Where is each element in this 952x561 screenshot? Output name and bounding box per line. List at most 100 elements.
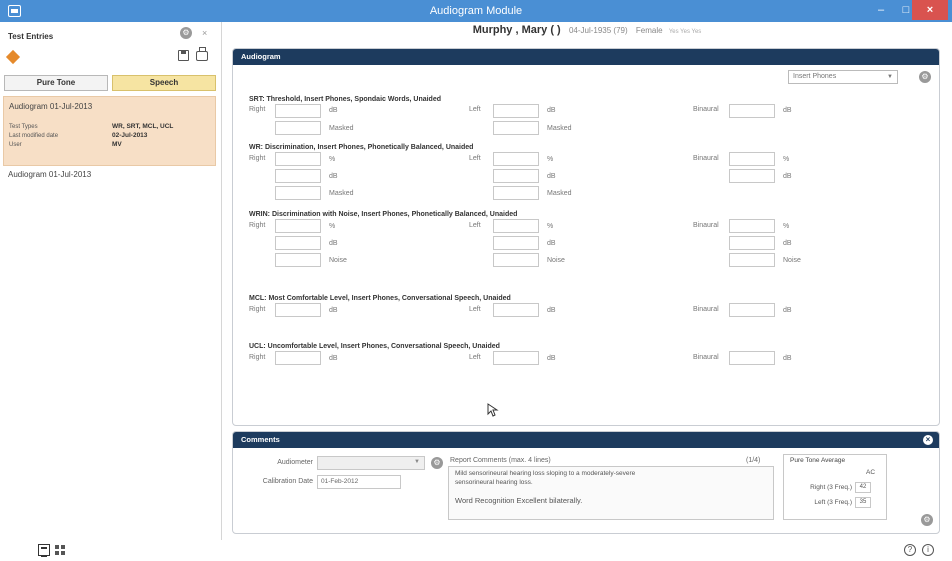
entry-detail-value: 02-Jul-2013 [112,132,148,139]
srt-left-input[interactable] [493,104,539,118]
wrin-left-noise-input[interactable] [493,253,539,267]
mcl-right-label: Right [249,306,266,313]
wrin-binaural-pct-input[interactable] [729,219,775,233]
ucl-right-input[interactable] [275,351,321,365]
srt-left-masked-label: Masked [547,125,572,132]
wr-left-pct-unit: % [547,156,554,163]
srt-right-masked-label: Masked [329,125,354,132]
wrin-right-noise-label: Noise [329,257,347,264]
ucl-right-label: Right [249,354,266,361]
calibration-date-field[interactable]: 01-Feb-2012 [317,475,401,489]
wr-right-db-unit: dB [329,173,338,180]
srt-right-input[interactable] [275,104,321,118]
srt-right-masked-input[interactable] [275,121,321,135]
list-view-icon[interactable] [38,544,50,557]
srt-binaural-input[interactable] [729,104,775,118]
minimize-button[interactable]: – [868,0,894,20]
pta-right-label: Right (3 Freq.) [810,484,852,491]
wr-left-pct-input[interactable] [493,152,539,166]
gear-icon[interactable]: ⚙ [431,457,443,469]
mcl-binaural-input[interactable] [729,303,775,317]
wr-left-masked-input[interactable] [493,186,539,200]
test-entry-selected[interactable]: Audiogram 01-Jul-2013 Test Types WR, SRT… [3,96,216,166]
wr-binaural-db-input[interactable] [729,169,775,183]
pta-title: Pure Tone Average [790,457,846,464]
window-title: Audiogram Module [429,5,523,17]
wr-right-masked-input[interactable] [275,186,321,200]
test-entries-panel: Test Entries ⚙ × Pure Tone Speech Audiog… [0,22,222,540]
help-icon[interactable]: ? [904,544,916,556]
wr-left-db-input[interactable] [493,169,539,183]
wrin-left-db-input[interactable] [493,236,539,250]
entry-detail-value: MV [112,141,122,148]
wrin-right-pct-unit: % [329,223,336,230]
ucl-left-unit: dB [547,355,556,362]
tab-speech[interactable]: Speech [112,75,216,91]
wrin-binaural-pct-unit: % [783,223,790,230]
ucl-right-unit: dB [329,355,338,362]
report-comments-textarea[interactable]: Mild sensorineural hearing loss sloping … [448,466,774,520]
gear-icon[interactable]: ⚙ [180,27,192,39]
wrin-right-label: Right [249,222,266,229]
wrin-left-pct-unit: % [547,223,554,230]
mcl-left-unit: dB [547,307,556,314]
mcl-left-input[interactable] [493,303,539,317]
wr-right-pct-input[interactable] [275,152,321,166]
gear-icon[interactable]: ⚙ [921,514,933,526]
wrin-binaural-noise-input[interactable] [729,253,775,267]
collapse-icon[interactable]: × [923,435,933,445]
wrin-right-db-input[interactable] [275,236,321,250]
gear-icon[interactable]: ⚙ [919,71,931,83]
report-comments-label: Report Comments (max. 4 lines) [450,457,551,464]
ucl-left-label: Left [469,354,481,361]
wrin-right-noise-input[interactable] [275,253,321,267]
pta-left-value: 35 [855,497,871,508]
wr-binaural-pct-unit: % [783,156,790,163]
tab-pure-tone[interactable]: Pure Tone [4,75,108,91]
status-bar: ? i [0,540,952,561]
wrin-right-db-unit: dB [329,240,338,247]
wr-left-label: Left [469,155,481,162]
entry-title: Audiogram 01-Jul-2013 [9,102,93,111]
srt-left-label: Left [469,106,481,113]
comments-panel: Comments × Audiometer ▼ ⚙ Calibration Da… [232,431,940,534]
wrin-title: WRIN: Discrimination with Noise, Insert … [249,211,518,218]
patient-name: Murphy , Mary ( ) [472,24,561,36]
mcl-binaural-unit: dB [783,307,792,314]
patient-header: Murphy , Mary ( ) 04-Jul-1935 (79) Femal… [226,24,948,46]
pta-ac-label: AC [866,469,876,476]
grid-view-icon[interactable] [55,545,66,556]
wrin-left-pct-input[interactable] [493,219,539,233]
report-line: sensorineural hearing loss. [455,479,533,486]
test-entries-header: Test Entries [8,32,54,41]
wrin-left-db-unit: dB [547,240,556,247]
close-icon[interactable]: × [202,28,207,38]
mcl-right-unit: dB [329,307,338,314]
wr-right-pct-unit: % [329,156,336,163]
pta-left-label: Left (3 Freq.) [814,499,852,506]
report-line [455,488,767,494]
audiogram-header: Audiogram [233,49,939,65]
ucl-binaural-input[interactable] [729,351,775,365]
mcl-right-input[interactable] [275,303,321,317]
srt-title: SRT: Threshold, Insert Phones, Spondaic … [249,96,442,103]
wr-right-masked-label: Masked [329,190,354,197]
wrin-right-pct-input[interactable] [275,219,321,233]
save-icon[interactable] [178,50,189,61]
info-icon[interactable]: i [922,544,934,556]
srt-right-unit: dB [329,107,338,114]
wr-left-masked-label: Masked [547,190,572,197]
wrin-binaural-db-input[interactable] [729,236,775,250]
transducer-select[interactable]: Insert Phones ▼ [788,70,898,84]
wr-binaural-pct-input[interactable] [729,152,775,166]
wr-right-db-input[interactable] [275,169,321,183]
test-entry[interactable]: Audiogram 01-Jul-2013 [8,170,91,179]
pta-right-value: 42 [855,482,871,493]
wrin-binaural-noise-label: Noise [783,257,801,264]
new-entry-icon[interactable] [5,49,21,65]
audiometer-select[interactable]: ▼ [317,456,425,470]
print-icon[interactable] [196,47,208,61]
close-button[interactable]: × [912,0,948,20]
ucl-left-input[interactable] [493,351,539,365]
srt-left-masked-input[interactable] [493,121,539,135]
